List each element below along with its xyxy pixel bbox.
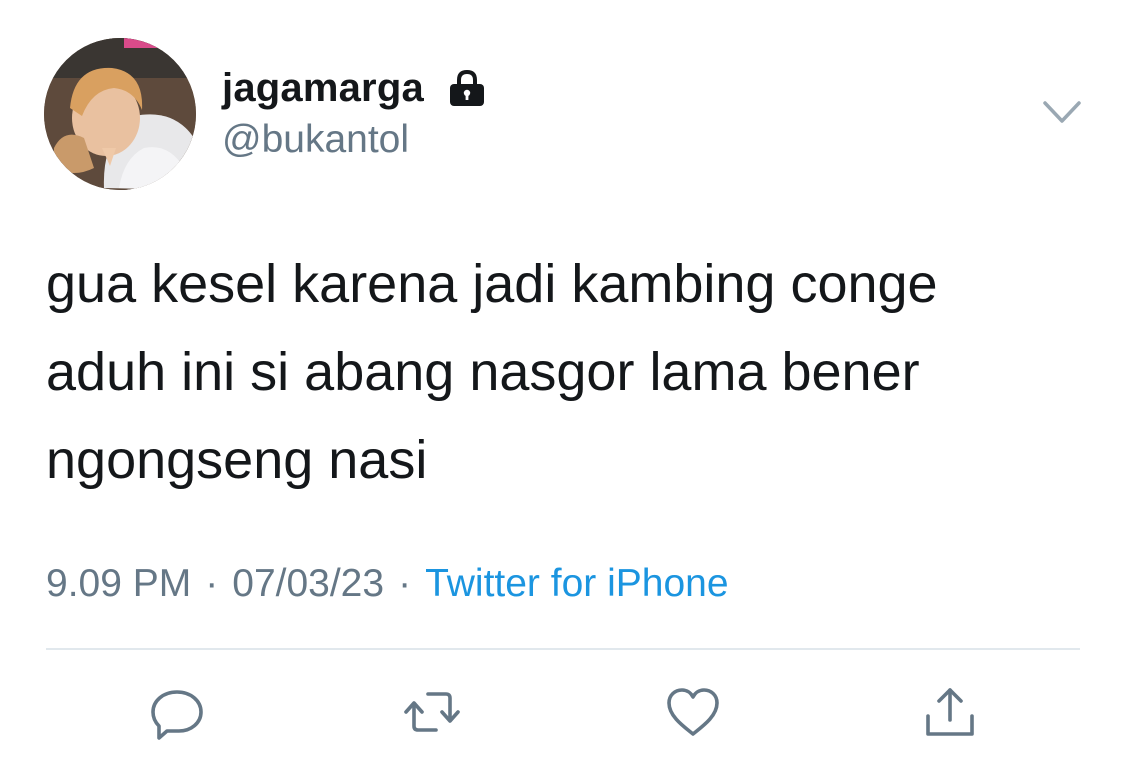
meta-separator: · (398, 562, 412, 605)
user-name-row: jagamarga (222, 62, 488, 114)
tweet-text: gua kesel karena jadi kambing conge aduh… (46, 254, 938, 490)
chevron-down-icon[interactable] (1040, 95, 1084, 131)
divider (46, 648, 1080, 650)
heart-icon (667, 688, 719, 736)
retweet-button[interactable] (400, 680, 464, 744)
like-button[interactable] (661, 680, 725, 744)
tweet-time: 9.09 PM (46, 562, 192, 605)
reply-button[interactable] (145, 680, 209, 744)
meta-separator: · (205, 562, 219, 605)
avatar[interactable] (44, 38, 196, 190)
display-name[interactable]: jagamarga (222, 66, 424, 111)
tweet-source-link[interactable]: Twitter for iPhone (425, 562, 728, 606)
reply-icon (151, 690, 203, 740)
share-button[interactable] (918, 680, 982, 744)
user-handle[interactable]: @bukantol (222, 118, 409, 162)
retweet-icon (404, 692, 460, 732)
tweet-date: 07/03/23 (232, 562, 385, 605)
avatar-image (44, 38, 196, 190)
tweet-meta: 9.09 PM · 07/03/23 · Twitter for iPhone (46, 562, 729, 606)
lock-icon (446, 67, 488, 109)
share-icon (926, 688, 974, 736)
tweet-card: jagamarga @bukantol gua kesel karena jad… (0, 0, 1125, 781)
